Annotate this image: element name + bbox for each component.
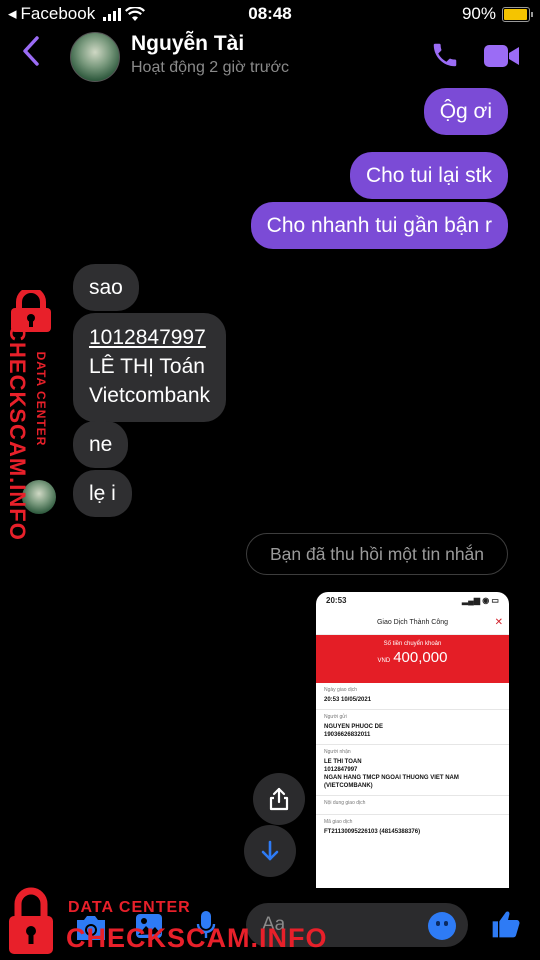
amount-label: Số tiền chuyển khoản: [383, 641, 442, 647]
receipt-status-bar: 20:53 ▂▄▆ ◉ ▭: [316, 592, 509, 612]
close-icon: ✕: [494, 617, 503, 628]
amount-currency: VND: [377, 658, 391, 664]
receipt-row-value: NGUYEN PHUOC DE 19036626832011: [324, 724, 384, 738]
share-button[interactable]: [253, 773, 305, 825]
receipt-row: Nội dung giao dịch: [316, 796, 509, 815]
lock-icon: [9, 887, 53, 954]
receipt-time: 20:53: [326, 596, 347, 605]
arrow-down-icon: [261, 840, 279, 861]
watermark-big-text: CHECKSCAM.INFO: [66, 923, 328, 953]
incoming-message[interactable]: lẹ i: [73, 470, 132, 517]
outgoing-message[interactable]: Ộg ơi: [423, 88, 508, 135]
chat-header: Nguyễn Tài Hoạt động 2 giờ trước: [0, 28, 540, 84]
amount-value-line: VND 400,000: [316, 649, 509, 666]
battery-status: 90%: [461, 4, 533, 24]
battery-icon: [502, 6, 533, 22]
recalled-message-notice: Bạn đã thu hồi một tin nhắn: [246, 533, 508, 575]
battery-percent: 90%: [461, 4, 496, 23]
amount-value: 400,000: [393, 649, 448, 666]
incoming-message[interactable]: ne: [73, 421, 129, 468]
watermark-left: DATA CENTER CHECKSCAM.INFO: [0, 290, 60, 550]
contact-name[interactable]: Nguyễn Tài: [131, 32, 244, 56]
status-bar: ◂ Facebook 08:48 90%: [0, 0, 540, 28]
incoming-message[interactable]: sao: [73, 264, 139, 311]
account-number[interactable]: 1012847997: [89, 323, 210, 352]
contact-activity-status: Hoạt động 2 giờ trước: [131, 59, 289, 76]
watermark-big-text: CHECKSCAM.INFO: [5, 325, 30, 541]
back-chevron-icon[interactable]: [22, 36, 40, 72]
incoming-message-account[interactable]: 1012847997 LÊ THỊ Toán Vietcombank: [73, 313, 227, 422]
contact-avatar[interactable]: [70, 32, 120, 82]
video-call-icon[interactable]: [484, 44, 520, 73]
receipt-row-label: Ngày giao dịch: [324, 687, 358, 693]
outgoing-message[interactable]: Cho nhanh tui gần bận r: [250, 202, 508, 249]
receipt-row-value: FT21130095226103 (48145388376): [324, 829, 421, 835]
share-icon: [269, 787, 289, 811]
receipt-row: Người gửi NGUYEN PHUOC DE 19036626832011: [316, 710, 509, 745]
receipt-row: Người nhận LE THI TOAN 1012847997 NGAN H…: [316, 745, 509, 796]
receipt-row-label: Người gửi: [324, 714, 347, 720]
account-holder: LÊ THỊ Toán: [89, 355, 205, 378]
receipt-amount-box: Số tiền chuyển khoản VND 400,000: [316, 635, 509, 683]
receipt-header: Giao Dịch Thành Công ✕: [316, 612, 509, 635]
watermark-small-text: DATA CENTER: [68, 899, 191, 916]
thumbs-up-icon[interactable]: [490, 908, 522, 940]
transfer-receipt-image[interactable]: 20:53 ▂▄▆ ◉ ▭ Giao Dịch Thành Công ✕ Số …: [316, 592, 509, 902]
phone-call-icon[interactable]: [430, 40, 460, 75]
clock: 08:48: [248, 4, 292, 23]
receipt-row: Mã giao dịch FT21130095226103 (481453883…: [316, 815, 509, 841]
outgoing-message[interactable]: Cho tui lại stk: [349, 152, 508, 199]
watermark-small-text: DATA CENTER: [34, 351, 48, 447]
receipt-row-label: Người nhận: [324, 749, 351, 755]
receipt-row-label: Mã giao dịch: [324, 819, 353, 825]
receipt-row: Ngày giao dịch 20:53 10/05/2021: [316, 683, 509, 710]
receipt-title: Giao Dịch Thành Công: [376, 619, 449, 626]
emoji-icon[interactable]: [428, 912, 456, 940]
receipt-row-value: LE THI TOAN 1012847997 NGAN HANG TMCP NG…: [324, 759, 459, 789]
receipt-row-label: Nội dung giao dịch: [324, 800, 366, 806]
account-bank: Vietcombank: [89, 384, 211, 407]
receipt-row-value: 20:53 10/05/2021: [324, 697, 372, 703]
receipt-status-icons: ▂▄▆ ◉ ▭: [462, 596, 499, 605]
scroll-down-button[interactable]: [244, 825, 296, 877]
